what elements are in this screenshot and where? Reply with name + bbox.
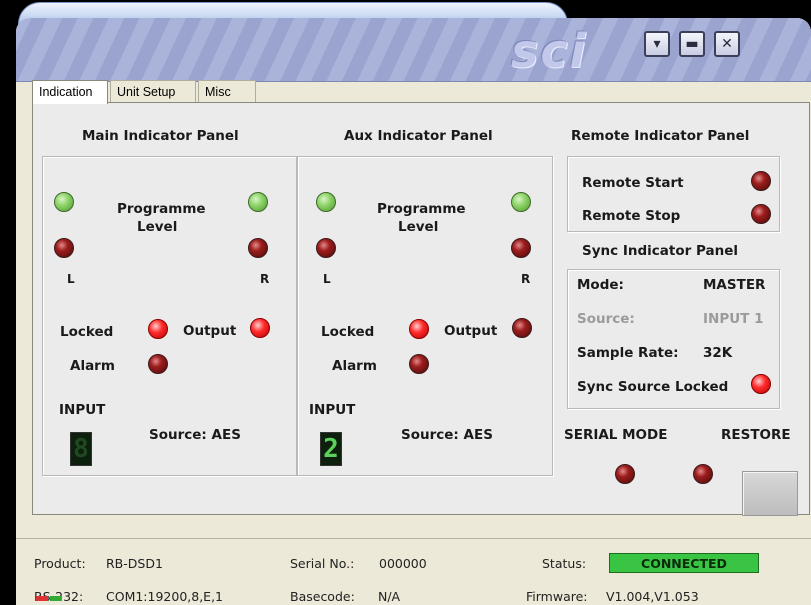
main-input-seven-segment: 8 (70, 432, 92, 466)
aux-input-digit: 2 (323, 434, 339, 464)
minimize-button[interactable]: ▬ (679, 31, 705, 57)
aux-programme-l-red-led (316, 238, 336, 258)
main-output-label: Output (183, 323, 237, 339)
app-window: sci ▾ ▬ ✕ Indication Unit Setup Misc Mai… (16, 18, 811, 605)
basecode-value: N/A (378, 589, 401, 604)
remote-stop-label: Remote Stop (582, 208, 681, 224)
firmware-label: Firmware: (526, 589, 588, 604)
aux-panel-title: Aux Indicator Panel (344, 128, 493, 144)
restore-button[interactable] (742, 471, 798, 516)
aux-alarm-led (409, 354, 429, 374)
tab-unit-setup[interactable]: Unit Setup (110, 80, 196, 102)
aux-input-label: INPUT (309, 402, 356, 418)
sync-mode-label: Mode: (577, 277, 624, 293)
activity-indicator-red (36, 596, 48, 601)
restore-led (693, 464, 713, 484)
aux-output-led (512, 318, 532, 338)
main-source-label: Source: AES (149, 427, 241, 443)
aux-source-label: Source: AES (401, 427, 493, 443)
sync-panel-title: Sync Indicator Panel (582, 243, 738, 259)
sync-sample-rate-value: 32K (703, 345, 733, 361)
minimize-icon: ▬ (685, 36, 699, 52)
sync-source-value: INPUT 1 (703, 311, 764, 327)
serial-no-value: 000000 (379, 556, 427, 571)
minimize-to-tray-button[interactable]: ▾ (644, 31, 670, 57)
sync-source-locked-led (751, 374, 771, 394)
sci-logo: sci (511, 24, 588, 78)
aux-programme-r-red-led (511, 238, 531, 258)
main-output-led (250, 318, 270, 338)
remote-start-led (751, 171, 771, 191)
restore-label: RESTORE (721, 427, 791, 443)
tab-indication[interactable]: Indication (32, 80, 108, 104)
title-bar[interactable]: sci ▾ ▬ ✕ (16, 18, 811, 82)
main-input-digit: 8 (73, 434, 89, 464)
close-icon: ✕ (721, 36, 733, 52)
aux-locked-led (409, 319, 429, 339)
aux-alarm-label: Alarm (332, 358, 377, 374)
product-value: RB-DSD1 (106, 556, 163, 571)
main-programme-l-red-led (54, 238, 74, 258)
main-input-label: INPUT (59, 402, 106, 418)
status-bar: Product: RB-DSD1 Serial No.: 000000 Stat… (16, 538, 811, 605)
serial-mode-label: SERIAL MODE (564, 427, 668, 443)
main-right-label: R (260, 272, 270, 286)
main-programme-r-red-led (248, 238, 268, 258)
sync-source-label: Source: (577, 311, 635, 327)
aux-programme-r-green-led (511, 192, 531, 212)
sync-source-locked-label: Sync Source Locked (577, 379, 729, 395)
aux-right-label: R (521, 272, 531, 286)
product-label: Product: (34, 556, 86, 571)
status-label: Status: (542, 556, 587, 571)
sync-mode-value: MASTER (703, 277, 766, 293)
close-button[interactable]: ✕ (714, 31, 740, 57)
aux-locked-label: Locked (321, 324, 375, 340)
remote-stop-led (751, 204, 771, 224)
aux-programme-label: Programme (377, 201, 466, 217)
main-locked-label: Locked (60, 324, 114, 340)
remote-panel-title: Remote Indicator Panel (571, 128, 750, 144)
tab-misc[interactable]: Misc (198, 80, 256, 102)
firmware-value: V1.004,V1.053 (606, 589, 699, 604)
aux-left-label: L (323, 272, 331, 286)
aux-level-label: Level (398, 219, 439, 235)
main-programme-label: Programme (117, 201, 206, 217)
serial-no-label: Serial No.: (290, 556, 355, 571)
aux-input-seven-segment: 2 (320, 432, 342, 466)
aux-programme-l-green-led (316, 192, 336, 212)
main-panel-title: Main Indicator Panel (82, 128, 239, 144)
main-alarm-label: Alarm (70, 358, 115, 374)
main-level-label: Level (137, 219, 178, 235)
remote-start-label: Remote Start (582, 175, 684, 191)
tray-down-icon: ▾ (653, 36, 661, 52)
main-programme-r-green-led (248, 192, 268, 212)
rs232-value: COM1:19200,8,E,1 (106, 589, 224, 604)
main-left-label: L (67, 272, 75, 286)
connection-status-badge: CONNECTED (609, 553, 759, 573)
activity-indicator-green (50, 596, 62, 601)
sync-sample-rate-label: Sample Rate: (577, 345, 679, 361)
basecode-label: Basecode: (290, 589, 355, 604)
serial-mode-led (615, 464, 635, 484)
main-alarm-led (148, 354, 168, 374)
main-programme-l-green-led (54, 192, 74, 212)
aux-output-label: Output (444, 323, 498, 339)
main-locked-led (148, 319, 168, 339)
